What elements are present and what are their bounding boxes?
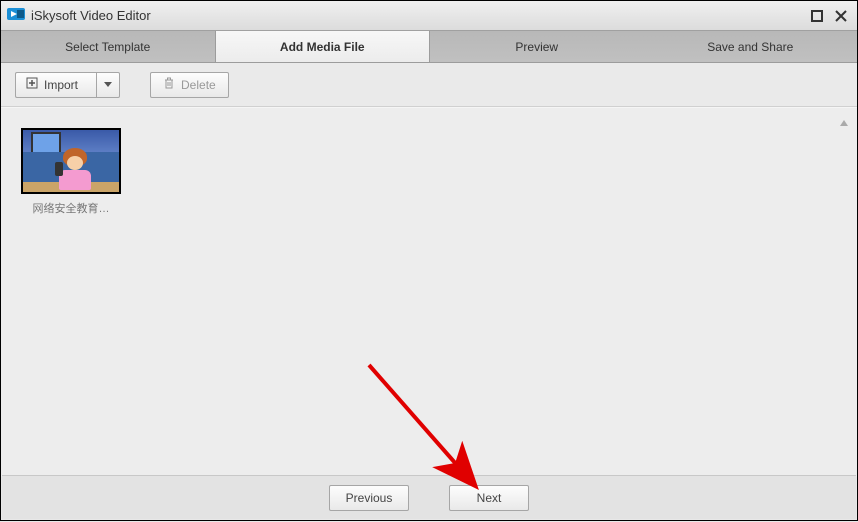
app-logo-icon: [7, 6, 25, 25]
tab-select-template[interactable]: Select Template: [1, 31, 215, 62]
toolbar: Import Delete: [1, 63, 857, 107]
import-label: Import: [44, 78, 78, 92]
close-button[interactable]: [831, 7, 851, 25]
next-button[interactable]: Next: [449, 485, 529, 511]
app-title: iSkysoft Video Editor: [31, 8, 151, 23]
footer: Previous Next: [2, 475, 856, 519]
scroll-up-icon[interactable]: [839, 118, 849, 131]
maximize-button[interactable]: [807, 7, 827, 25]
import-button[interactable]: Import: [15, 72, 96, 98]
media-area[interactable]: 网络安全教育…: [1, 107, 857, 477]
titlebar: iSkysoft Video Editor: [1, 1, 857, 31]
media-item-label: 网络安全教育…: [21, 200, 121, 216]
wizard-tabs: Select Template Add Media File Preview S…: [1, 31, 857, 63]
import-icon: [26, 77, 38, 92]
delete-label: Delete: [181, 78, 216, 92]
chevron-down-icon: [103, 78, 113, 92]
import-button-group: Import: [15, 72, 120, 98]
media-thumbnail: [21, 128, 121, 194]
tab-save-and-share[interactable]: Save and Share: [644, 31, 858, 62]
tab-preview[interactable]: Preview: [430, 31, 644, 62]
media-item[interactable]: 网络安全教育…: [21, 128, 121, 216]
delete-button[interactable]: Delete: [150, 72, 229, 98]
import-dropdown[interactable]: [96, 72, 120, 98]
tab-add-media-file[interactable]: Add Media File: [215, 31, 431, 62]
previous-button[interactable]: Previous: [329, 485, 409, 511]
trash-icon: [163, 77, 175, 92]
